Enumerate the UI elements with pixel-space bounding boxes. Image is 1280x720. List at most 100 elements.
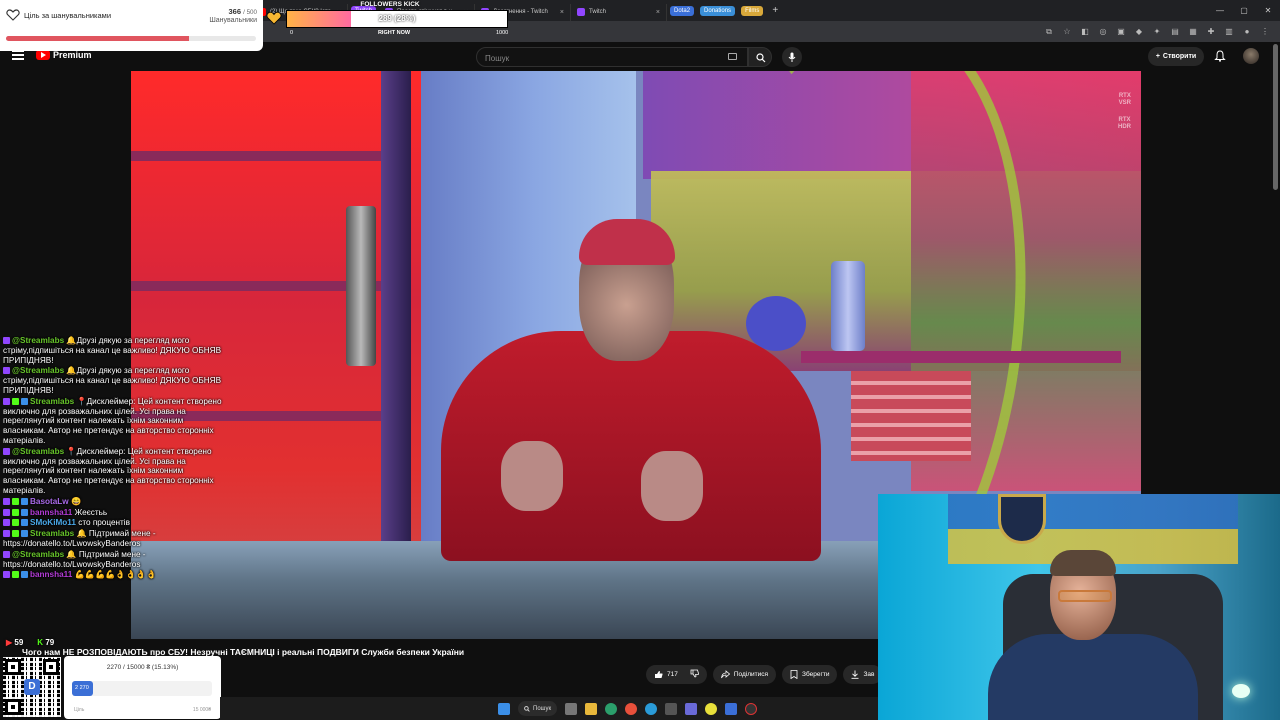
page-scrollbar[interactable]	[1273, 44, 1278, 190]
close-window-icon[interactable]: ✕	[1256, 0, 1280, 21]
file-explorer-icon[interactable]	[585, 702, 598, 715]
rtx-vsr-badge: RTX VSR	[1119, 93, 1131, 107]
create-label: Створити	[1162, 53, 1197, 60]
task-view-icon[interactable]	[565, 702, 578, 715]
extension-icon[interactable]: ◆	[1134, 27, 1144, 37]
extension-icon[interactable]: ▣	[1116, 27, 1126, 37]
youtube-viewers-icon: ▶	[6, 638, 13, 647]
new-tab-button[interactable]: +	[772, 5, 778, 16]
extension-icon[interactable]: ◧	[1080, 27, 1090, 37]
share-button[interactable]: Поділитися	[712, 665, 777, 684]
rtx-label: RTX	[1118, 117, 1131, 123]
chat-text: Жеєстьь	[74, 507, 108, 517]
tab-title: Twitch	[589, 9, 607, 15]
extension-icon[interactable]: ✦	[1152, 27, 1162, 37]
webcam-streamer	[988, 634, 1198, 720]
search-button[interactable]	[748, 47, 772, 67]
taskbar-search[interactable]: Пошук	[518, 701, 558, 716]
viewer-counts: ▶ 59 K 79	[6, 638, 54, 647]
chat-username: BasotaLw	[30, 496, 69, 506]
tab-close-icon[interactable]: ×	[554, 9, 564, 16]
goal-progress-bar	[6, 36, 256, 41]
video-shelf	[381, 71, 411, 571]
windows-taskbar: Пошук	[220, 697, 878, 720]
video-shelf	[801, 351, 1121, 363]
maximize-icon[interactable]: ▢	[1232, 0, 1256, 21]
keyboard-icon[interactable]	[728, 53, 737, 60]
opera-icon[interactable]	[625, 702, 638, 715]
webcam-overlay	[878, 494, 1280, 720]
extension-icon[interactable]: ◎	[1098, 27, 1108, 37]
goal-count: 366 / 500	[228, 7, 257, 16]
chat-message: @Streamlabs 🔔Друзі дякую за перегляд мог…	[3, 366, 225, 395]
edge-icon[interactable]	[605, 702, 618, 715]
profile-icon[interactable]: ●	[1242, 27, 1252, 37]
search-icon	[524, 705, 530, 712]
extensions-puzzle-icon[interactable]: ✚	[1206, 27, 1216, 37]
sidebar-icon[interactable]: ▥	[1224, 27, 1234, 37]
create-button[interactable]: + Створити	[1148, 47, 1204, 66]
chat-username: bannsha11	[30, 507, 73, 517]
more-menu-icon[interactable]: ⋮	[1260, 27, 1270, 37]
chat-username: @Streamlabs	[12, 549, 65, 559]
download-label: Зав	[863, 671, 875, 678]
like-icon[interactable]	[654, 670, 663, 679]
goal-subtitle: Шанувальники	[209, 17, 257, 24]
save-button[interactable]: Зберегти	[782, 665, 838, 684]
tab-close-icon[interactable]: ×	[650, 9, 660, 16]
webcam-lamp	[1232, 684, 1250, 698]
chat-username: Streamlabs	[30, 396, 75, 406]
minimize-icon[interactable]: —	[1208, 0, 1232, 21]
chat-badge-icon	[12, 508, 19, 516]
extension-icon[interactable]: ▦	[1188, 27, 1198, 37]
obs-icon[interactable]	[745, 702, 758, 715]
chat-badge-icon	[12, 497, 19, 505]
taskbar-search-label: Пошук	[533, 705, 552, 712]
search-input[interactable]	[477, 49, 707, 68]
app-icon[interactable]	[665, 702, 678, 715]
chat-username: @Streamlabs	[12, 336, 65, 345]
dislike-icon[interactable]	[690, 669, 699, 680]
video-presenter	[491, 441, 721, 531]
chat-username: bannsha11	[30, 570, 73, 580]
microphone-icon	[788, 52, 796, 62]
share-icon	[720, 670, 730, 679]
kick-viewers-value: 79	[45, 638, 55, 647]
download-button[interactable]: Зав	[843, 665, 883, 684]
window-controls: — ▢ ✕	[1208, 0, 1280, 21]
app-icon[interactable]	[685, 702, 698, 715]
chat-message: @Streamlabs 🔔 Підтримай мене - https://d…	[3, 550, 225, 570]
chat-badge-icon	[21, 519, 28, 527]
like-count[interactable]: 717	[667, 671, 678, 678]
telegram-icon[interactable]	[645, 702, 658, 715]
webcam-streamer-glasses	[1058, 590, 1112, 602]
trash-icon[interactable]: ▤	[1170, 27, 1180, 37]
chat-badge-icon	[3, 530, 10, 538]
tab-group-pill[interactable]: Donations	[700, 5, 736, 16]
chat-badge-icon	[12, 519, 19, 527]
hamburger-menu-icon[interactable]	[12, 50, 24, 60]
chat-text: 😄	[70, 496, 82, 506]
chat-username: Streamlabs	[30, 529, 75, 539]
bookmark-star-icon[interactable]: ☆	[1062, 27, 1072, 37]
windows-start-icon[interactable]	[498, 702, 510, 715]
browser-tab[interactable]: Twitch ×	[571, 3, 668, 21]
kick-progress-value: 289 (28%)	[378, 14, 416, 23]
account-avatar[interactable]	[1243, 48, 1259, 64]
goal-title: Ціль за шанувальниками	[24, 11, 112, 20]
chat-message: Streamlabs 📍Дисклеймер: Цей контент ство…	[3, 397, 225, 446]
tab-group-pill[interactable]: Films	[741, 5, 764, 16]
voice-search-button[interactable]	[782, 47, 802, 67]
chrome-icon[interactable]	[705, 702, 718, 715]
youtube-premium-logo[interactable]: Premium	[36, 50, 92, 60]
chat-text: 💪💪💪💪👌👌👌👌	[74, 570, 157, 580]
tab-group-pill[interactable]: Dota2	[670, 5, 695, 16]
chat-badge-icon	[3, 508, 10, 516]
tab-favicon-icon	[577, 8, 586, 16]
notifications-bell-icon[interactable]	[1214, 50, 1226, 62]
save-bookmark-icon	[790, 670, 798, 679]
chat-badge-icon	[21, 508, 28, 516]
chat-badge-icon	[21, 497, 28, 505]
steam-icon[interactable]	[725, 702, 738, 715]
install-icon[interactable]: ⧉	[1044, 27, 1054, 37]
